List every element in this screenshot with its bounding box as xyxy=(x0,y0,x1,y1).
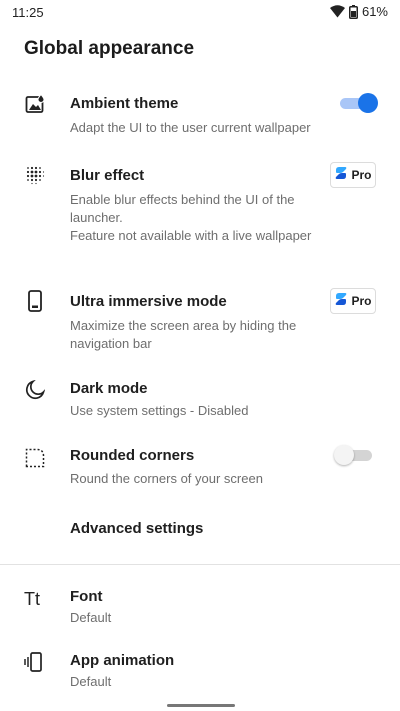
rounded-corners-toggle[interactable] xyxy=(334,445,374,465)
setting-ultra-immersive-mode[interactable]: Ultra immersive mode Maximize the screen… xyxy=(0,286,400,356)
moon-icon xyxy=(24,379,46,401)
setting-subtitle: Adapt the UI to the user current wallpap… xyxy=(70,120,311,135)
pro-logo-icon xyxy=(334,166,348,185)
setting-title: Advanced settings xyxy=(70,520,204,537)
setting-title: Rounded corners xyxy=(70,447,195,464)
wallpaper-icon xyxy=(24,93,46,115)
setting-title: Blur effect xyxy=(70,167,145,184)
vibrate-phone-icon xyxy=(24,651,46,673)
status-icons: 61% xyxy=(329,4,388,19)
blur-dots-icon xyxy=(24,164,46,186)
setting-title: Font xyxy=(70,588,103,605)
setting-blur-effect[interactable]: Blur effect Enable blur effects behind t… xyxy=(0,160,400,264)
battery-icon xyxy=(348,4,358,19)
phone-icon xyxy=(24,290,46,312)
setting-app-animation[interactable]: App animation Default xyxy=(0,646,400,692)
setting-ambient-theme[interactable]: Ambient theme Adapt the UI to the user c… xyxy=(0,88,400,144)
page-title: Global appearance xyxy=(24,38,195,59)
setting-subtitle: Default xyxy=(70,610,112,625)
setting-title: Dark mode xyxy=(70,380,148,397)
pro-badge[interactable]: Pro xyxy=(330,162,376,188)
setting-font[interactable]: Tt Font Default xyxy=(0,582,400,628)
toggle-thumb xyxy=(334,445,354,465)
setting-subtitle: Maximize the screen area by hiding the n… xyxy=(70,318,297,351)
setting-advanced-settings[interactable]: Advanced settings xyxy=(0,512,400,546)
status-bar: 11:25 61% xyxy=(0,0,400,26)
setting-subtitle: Round the corners of your screen xyxy=(70,471,263,486)
toggle-thumb xyxy=(358,93,378,113)
setting-rounded-corners[interactable]: Rounded corners Round the corners of you… xyxy=(0,441,400,487)
pro-label: Pro xyxy=(351,294,372,308)
setting-subtitle: Use system settings - Disabled xyxy=(70,403,249,418)
setting-subtitle: Default xyxy=(70,674,112,689)
setting-dark-mode[interactable]: Dark mode Use system settings - Disabled xyxy=(0,374,400,420)
section-divider xyxy=(0,564,400,565)
pro-logo-icon xyxy=(334,292,348,311)
font-icon: Tt xyxy=(24,588,40,609)
status-time: 11:25 xyxy=(12,5,44,20)
ambient-theme-toggle[interactable] xyxy=(338,93,378,113)
setting-subtitle: Enable blur effects behind the UI of the… xyxy=(70,192,312,243)
setting-title: App animation xyxy=(70,652,175,669)
battery-percent: 61% xyxy=(361,4,388,19)
gesture-navigation-handle[interactable] xyxy=(167,704,235,707)
pro-badge[interactable]: Pro xyxy=(330,288,376,314)
rounded-corners-icon xyxy=(24,447,46,469)
pro-label: Pro xyxy=(351,168,372,182)
setting-title: Ambient theme xyxy=(70,95,179,112)
setting-title: Ultra immersive mode xyxy=(70,293,227,310)
wifi-icon xyxy=(329,5,345,18)
